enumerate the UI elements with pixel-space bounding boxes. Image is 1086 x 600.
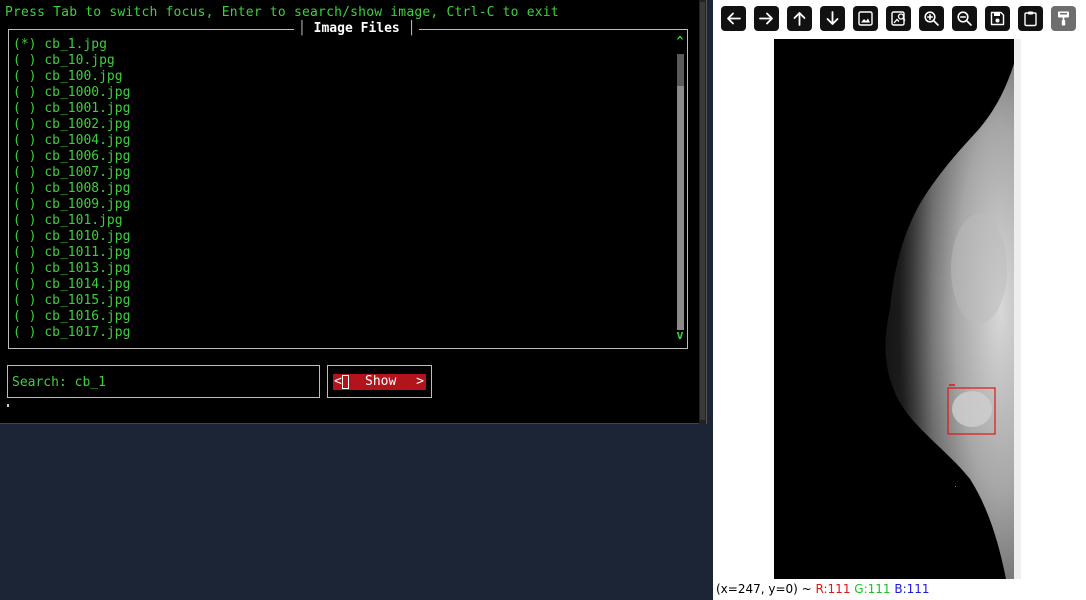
radio-marker[interactable]: ( ) <box>13 133 36 148</box>
terminal-window: Press Tab to switch focus, Enter to sear… <box>0 0 707 424</box>
file-name: cb_100.jpg <box>44 69 123 84</box>
file-list-item[interactable]: ( ) cb_10.jpg <box>13 53 673 69</box>
radio-marker[interactable]: ( ) <box>13 53 36 68</box>
keyboard-hint: Press Tab to switch focus, Enter to sear… <box>5 5 559 20</box>
image-files-panel: │ Image Files │ (*) cb_1.jpg( ) cb_10.jp… <box>8 22 688 349</box>
file-list-item[interactable]: (*) cb_1.jpg <box>13 37 673 53</box>
text-cursor <box>342 375 349 389</box>
show-button-right-bracket: > <box>416 374 424 389</box>
radio-marker[interactable]: (*) <box>13 37 36 52</box>
radio-marker[interactable]: ( ) <box>13 197 36 212</box>
scrollbar-thumb[interactable] <box>677 54 684 86</box>
radio-marker[interactable]: ( ) <box>13 325 36 340</box>
file-list-item[interactable]: ( ) cb_1004.jpg <box>13 133 673 149</box>
pixel-status-bar: (x=247, y=0) ~ R:111 G:111 B:111 <box>716 582 930 596</box>
zoom-out-icon[interactable] <box>952 6 977 31</box>
red-value: R:111 <box>815 582 851 596</box>
panel-title: │ Image Files │ <box>294 21 420 36</box>
radio-marker[interactable]: ( ) <box>13 293 36 308</box>
file-name: cb_1013.jpg <box>44 261 131 276</box>
radio-marker[interactable]: ( ) <box>13 229 36 244</box>
arrow-left-icon[interactable] <box>721 6 746 31</box>
file-name: cb_1014.jpg <box>44 277 131 292</box>
radio-marker[interactable]: ( ) <box>13 101 36 116</box>
file-list-item[interactable]: ( ) cb_1017.jpg <box>13 325 673 341</box>
arrow-right-icon[interactable] <box>754 6 779 31</box>
show-button-left-bracket: < <box>334 374 342 389</box>
radio-marker[interactable]: ( ) <box>13 309 36 324</box>
file-name: cb_1008.jpg <box>44 181 131 196</box>
file-list-item[interactable]: ( ) cb_1015.jpg <box>13 293 673 309</box>
arrow-up-icon[interactable] <box>787 6 812 31</box>
file-list-item[interactable]: ( ) cb_100.jpg <box>13 69 673 85</box>
radio-marker[interactable]: ( ) <box>13 261 36 276</box>
scroll-down-arrow[interactable]: v <box>675 328 685 342</box>
show-button[interactable]: < Show > <box>333 374 426 390</box>
file-list-item[interactable]: ( ) cb_1000.jpg <box>13 85 673 101</box>
image-viewer-window: (x=247, y=0) ~ R:111 G:111 B:111 <box>707 0 1086 600</box>
image-search-icon[interactable] <box>886 6 911 31</box>
terminal-scrollbar-thumb[interactable] <box>700 2 705 420</box>
file-list[interactable]: (*) cb_1.jpg( ) cb_10.jpg( ) cb_100.jpg(… <box>13 37 673 341</box>
scrollbar-track[interactable] <box>677 54 684 330</box>
search-input[interactable] <box>12 373 310 391</box>
paint-roller-icon[interactable] <box>1051 6 1076 31</box>
file-list-item[interactable]: ( ) cb_1001.jpg <box>13 101 673 117</box>
radio-marker[interactable]: ( ) <box>13 117 36 132</box>
file-list-item[interactable]: ( ) cb_1006.jpg <box>13 149 673 165</box>
file-list-item[interactable]: ( ) cb_1008.jpg <box>13 181 673 197</box>
file-name: cb_10.jpg <box>44 53 115 68</box>
zoom-in-icon[interactable] <box>919 6 944 31</box>
image-icon[interactable] <box>853 6 878 31</box>
panel-title-text: Image Files <box>313 21 400 36</box>
file-name: cb_1010.jpg <box>44 229 131 244</box>
show-button-label: Show <box>365 374 397 389</box>
file-name: cb_1017.jpg <box>44 325 131 340</box>
file-name: cb_1011.jpg <box>44 245 131 260</box>
radio-marker[interactable]: ( ) <box>13 213 36 228</box>
arrow-down-icon[interactable] <box>820 6 845 31</box>
blue-value: B:111 <box>894 582 930 596</box>
scroll-up-arrow[interactable]: ^ <box>675 34 685 48</box>
terminal-scrollbar[interactable] <box>699 0 706 424</box>
file-list-item[interactable]: ( ) cb_1014.jpg <box>13 277 673 293</box>
radio-marker[interactable]: ( ) <box>13 69 36 84</box>
radio-marker[interactable]: ( ) <box>13 277 36 292</box>
radio-marker[interactable]: ( ) <box>13 165 36 180</box>
show-button-frame: < Show > <box>327 365 432 398</box>
file-list-scrollbar[interactable]: ^ v <box>675 34 685 342</box>
file-list-item[interactable]: ( ) cb_1016.jpg <box>13 309 673 325</box>
file-name: cb_1015.jpg <box>44 293 131 308</box>
file-list-item[interactable]: ( ) cb_1007.jpg <box>13 165 673 181</box>
search-box <box>7 365 320 398</box>
radio-marker[interactable]: ( ) <box>13 181 36 196</box>
green-value: G:111 <box>854 582 891 596</box>
file-list-item[interactable]: ( ) cb_1011.jpg <box>13 245 673 261</box>
radio-marker[interactable]: ( ) <box>13 245 36 260</box>
clipboard-icon[interactable] <box>1018 6 1043 31</box>
file-name: cb_1001.jpg <box>44 101 131 116</box>
file-list-item[interactable]: ( ) cb_1010.jpg <box>13 229 673 245</box>
file-name: cb_1009.jpg <box>44 197 131 212</box>
coords-text: (x=247, y=0) ~ <box>716 582 816 596</box>
file-list-item[interactable]: ( ) cb_1013.jpg <box>13 261 673 277</box>
radio-marker[interactable]: ( ) <box>13 85 36 100</box>
file-list-item[interactable]: ( ) cb_101.jpg <box>13 213 673 229</box>
mammogram-image[interactable] <box>774 39 1021 579</box>
file-list-item[interactable]: ( ) cb_1009.jpg <box>13 197 673 213</box>
file-name: cb_1002.jpg <box>44 117 131 132</box>
file-list-item[interactable]: ( ) cb_1002.jpg <box>13 117 673 133</box>
radio-marker[interactable]: ( ) <box>13 149 36 164</box>
cursor-mark <box>7 404 9 407</box>
file-name: cb_1000.jpg <box>44 85 131 100</box>
file-name: cb_1.jpg <box>44 37 107 52</box>
file-name: cb_1004.jpg <box>44 133 131 148</box>
save-icon[interactable] <box>985 6 1010 31</box>
file-name: cb_1007.jpg <box>44 165 131 180</box>
file-name: cb_1006.jpg <box>44 149 131 164</box>
file-name: cb_1016.jpg <box>44 309 131 324</box>
file-name: cb_101.jpg <box>44 213 123 228</box>
